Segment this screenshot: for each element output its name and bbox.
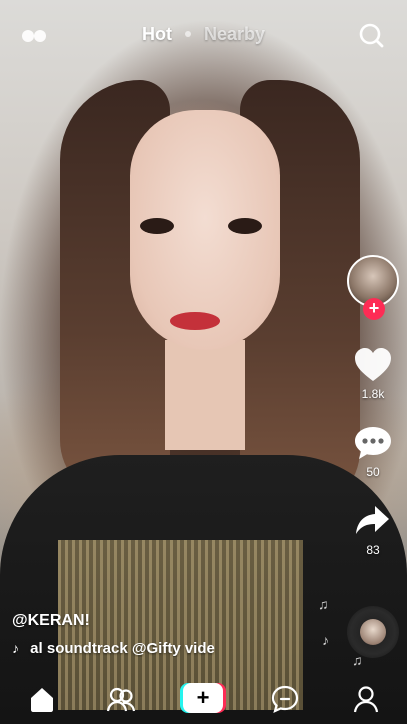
inbox-icon[interactable]: [270, 684, 300, 714]
video-content-eye-left: [140, 218, 174, 234]
search-icon[interactable]: [358, 22, 384, 48]
tab-separator: [184, 30, 191, 37]
friends-icon[interactable]: [106, 684, 136, 714]
music-disc-cover: [360, 619, 386, 645]
top-bar: Hot Nearby: [0, 0, 407, 72]
music-note-icon: ♫: [318, 596, 329, 612]
create-button[interactable]: +: [180, 683, 226, 713]
feed-tabs: Hot Nearby: [0, 24, 407, 45]
video-content-lips: [170, 312, 220, 330]
comment-button[interactable]: 50: [343, 425, 403, 479]
tiktok-logo-icon: ♪: [12, 640, 19, 656]
video-content-neck: [165, 340, 245, 450]
plus-icon: +: [183, 683, 223, 713]
share-arrow-icon: [356, 506, 389, 534]
comment-count: 50: [366, 465, 380, 479]
heart-icon: [355, 348, 391, 381]
share-button[interactable]: 83: [343, 503, 403, 557]
music-title: al soundtrack @Gifty vide: [30, 640, 215, 657]
follow-button[interactable]: +: [363, 298, 385, 320]
like-count: 1.8k: [361, 387, 385, 401]
tab-hot[interactable]: Hot: [142, 24, 172, 45]
tab-nearby[interactable]: Nearby: [204, 24, 265, 45]
video-content-eye-right: [228, 218, 262, 234]
share-count: 83: [366, 543, 380, 557]
music-info[interactable]: ♪ al soundtrack @Gifty vide: [12, 640, 222, 657]
video-caption: @KERAN! ♪ al soundtrack @Gifty vide: [12, 612, 332, 657]
music-disc[interactable]: [347, 606, 399, 658]
creator-username[interactable]: @KERAN!: [12, 612, 332, 630]
home-icon[interactable]: [27, 684, 57, 714]
comment-icon: [355, 427, 391, 459]
profile-icon[interactable]: [351, 684, 381, 714]
bottom-nav: +: [0, 674, 407, 724]
like-button[interactable]: 1.8k: [343, 347, 403, 401]
